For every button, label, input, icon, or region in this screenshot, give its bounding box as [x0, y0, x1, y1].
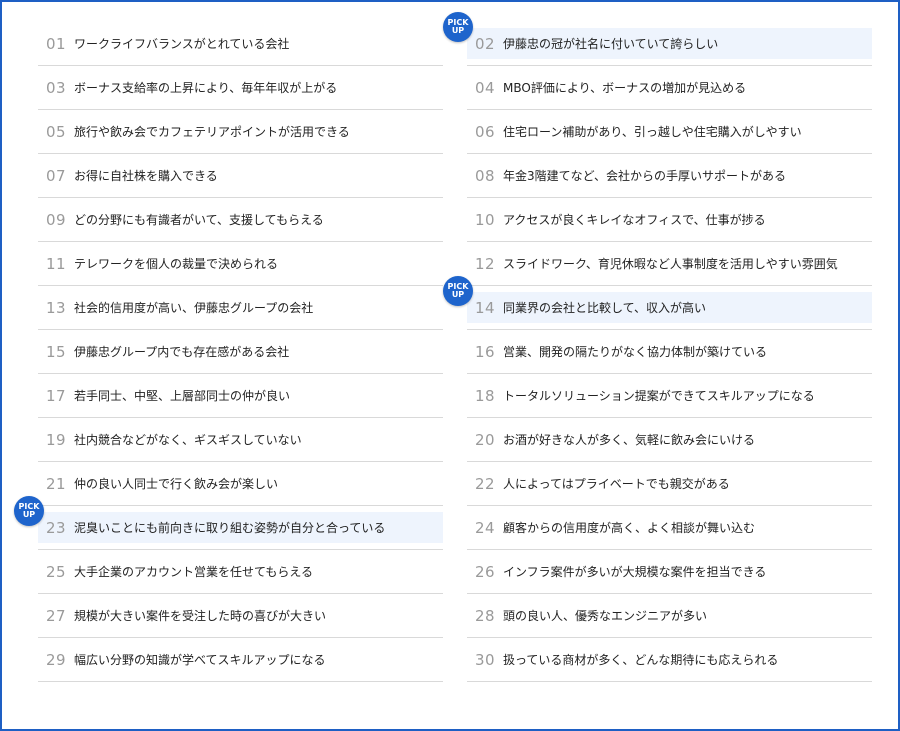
item-text: 営業、開発の隔たりがなく協力体制が築けている: [503, 345, 768, 359]
item-number: 01: [46, 34, 67, 53]
item-text: 泥臭いことにも前向きに取り組む姿勢が自分と合っている: [74, 521, 386, 535]
list-item: PICK UP 02 伊藤忠の冠が社名に付いていて誇らしい: [443, 12, 872, 66]
right-column: PICK UP 02 伊藤忠の冠が社名に付いていて誇らしい 04 MBO評価により、ボーナ…: [443, 12, 872, 682]
list-item: 15 伊藤忠グループ内でも存在感がある会社: [38, 330, 443, 374]
list-item: 22 人によってはプライベートでも親交がある: [467, 462, 872, 506]
list-item: 26 インフラ案件が多いが大規模な案件を担当できる: [467, 550, 872, 594]
item-number: 05: [46, 122, 67, 141]
item-text: 大手企業のアカウント営業を任せてもらえる: [74, 565, 314, 579]
item-number: 26: [475, 562, 496, 581]
item-text: スライドワーク、育児休暇など人事制度を活用しやすい雰囲気: [503, 257, 838, 271]
item-text: テレワークを個人の裁量で決められる: [74, 257, 279, 271]
list-item: 09 どの分野にも有識者がいて、支援してもらえる: [38, 198, 443, 242]
item-number: 17: [46, 386, 67, 405]
list-item: 05 旅行や飲み会でカフェテリアポイントが活用できる: [38, 110, 443, 154]
item-text: 若手同士、中堅、上層部同士の仲が良い: [74, 389, 291, 403]
item-number: 08: [475, 166, 496, 185]
item-number: 19: [46, 430, 67, 449]
list-item: 28 頭の良い人、優秀なエンジニアが多い: [467, 594, 872, 638]
list-item: 20 お酒が好きな人が多く、気軽に飲み会にいける: [467, 418, 872, 462]
item-text: 顧客からの信用度が高く、よく相談が舞い込む: [503, 521, 756, 535]
list-item: 17 若手同士、中堅、上層部同士の仲が良い: [38, 374, 443, 418]
pick-up-badge: PICK UP: [443, 276, 473, 306]
list-item: 12 スライドワーク、育児休暇など人事制度を活用しやすい雰囲気: [467, 242, 872, 286]
item-text: お得に自社株を購入できる: [74, 169, 218, 183]
item-text: お酒が好きな人が多く、気軽に飲み会にいける: [503, 433, 756, 447]
list-item: 27 規模が大きい案件を受注した時の喜びが大きい: [38, 594, 443, 638]
item-text: 年金3階建てなど、会社からの手厚いサポートがある: [503, 169, 787, 183]
item-text: 人によってはプライベートでも親交がある: [503, 477, 730, 491]
item-number: 23: [46, 518, 67, 537]
item-number: 09: [46, 210, 67, 229]
item-text: ボーナス支給率の上昇により、毎年年収が上がる: [74, 81, 338, 95]
list-item: 29 幅広い分野の知識が学べてスキルアップになる: [38, 638, 443, 682]
item-number: 06: [475, 122, 496, 141]
list-item: 24 顧客からの信用度が高く、よく相談が舞い込む: [467, 506, 872, 550]
item-number: 18: [475, 386, 496, 405]
item-text: どの分野にも有識者がいて、支援してもらえる: [74, 213, 324, 227]
item-number: 25: [46, 562, 67, 581]
list-item: 07 お得に自社株を購入できる: [38, 154, 443, 198]
item-number: 07: [46, 166, 67, 185]
list-item: 30 扱っている商材が多く、どんな期待にも応えられる: [467, 638, 872, 682]
item-text: ワークライフバランスがとれている会社: [74, 37, 290, 51]
list-item: 21 仲の良い人同士で行く飲み会が楽しい: [38, 462, 443, 506]
item-text: アクセスが良くキレイなオフィスで、仕事が捗る: [503, 213, 766, 227]
item-number: 16: [475, 342, 496, 361]
list-item: 06 住宅ローン補助があり、引っ越しや住宅購入がしやすい: [467, 110, 872, 154]
list-item: 13 社会的信用度が高い、伊藤忠グループの会社: [38, 286, 443, 330]
item-text: 伊藤忠の冠が社名に付いていて誇らしい: [503, 37, 719, 51]
item-text: 社内競合などがなく、ギスギスしていない: [74, 433, 302, 447]
item-text: 幅広い分野の知識が学べてスキルアップになる: [74, 653, 326, 667]
item-number: 21: [46, 474, 67, 493]
item-text: MBO評価により、ボーナスの増加が見込める: [503, 81, 747, 95]
item-text: 旅行や飲み会でカフェテリアポイントが活用できる: [74, 125, 350, 139]
list-item: 10 アクセスが良くキレイなオフィスで、仕事が捗る: [467, 198, 872, 242]
item-text: 扱っている商材が多く、どんな期待にも応えられる: [503, 653, 779, 667]
list-item: 04 MBO評価により、ボーナスの増加が見込める: [467, 66, 872, 110]
list-item: 08 年金3階建てなど、会社からの手厚いサポートがある: [467, 154, 872, 198]
item-number: 13: [46, 298, 67, 317]
item-number: 22: [475, 474, 496, 493]
list-item: 03 ボーナス支給率の上昇により、毎年年収が上がる: [38, 66, 443, 110]
item-text: 住宅ローン補助があり、引っ越しや住宅購入がしやすい: [503, 125, 802, 139]
item-text: 同業界の会社と比較して、収入が高い: [503, 301, 707, 315]
left-column: 01 ワークライフバランスがとれている会社 03 ボーナス支給率の上昇により、毎年年収…: [14, 22, 443, 682]
list-item: PICK UP 23 泥臭いことにも前向きに取り組む姿勢が自分と合っている: [14, 496, 443, 550]
item-text: トータルソリューション提案ができてスキルアップになる: [503, 389, 815, 403]
list-item: 19 社内競合などがなく、ギスギスしていない: [38, 418, 443, 462]
item-number: 02: [475, 34, 496, 53]
item-text: 伊藤忠グループ内でも存在感がある会社: [74, 345, 290, 359]
pick-up-badge: PICK UP: [443, 12, 473, 42]
pick-up-badge: PICK UP: [14, 496, 44, 526]
item-number: 24: [475, 518, 496, 537]
item-number: 03: [46, 78, 67, 97]
list-frame: 01 ワークライフバランスがとれている会社 03 ボーナス支給率の上昇により、毎年年収…: [0, 0, 900, 731]
list-item: 16 営業、開発の隔たりがなく協力体制が築けている: [467, 330, 872, 374]
item-text: 仲の良い人同士で行く飲み会が楽しい: [74, 477, 279, 491]
item-text: インフラ案件が多いが大規模な案件を担当できる: [503, 565, 767, 579]
item-number: 28: [475, 606, 496, 625]
item-text: 頭の良い人、優秀なエンジニアが多い: [503, 609, 708, 623]
item-number: 14: [475, 298, 496, 317]
item-number: 04: [475, 78, 496, 97]
item-number: 10: [475, 210, 496, 229]
item-number: 20: [475, 430, 496, 449]
item-number: 27: [46, 606, 67, 625]
list-item: 18 トータルソリューション提案ができてスキルアップになる: [467, 374, 872, 418]
item-text: 社会的信用度が高い、伊藤忠グループの会社: [74, 301, 314, 315]
item-number: 30: [475, 650, 496, 669]
list-item: PICK UP 14 同業界の会社と比較して、収入が高い: [443, 276, 872, 330]
item-number: 15: [46, 342, 67, 361]
item-number: 11: [46, 254, 67, 273]
list-item: 11 テレワークを個人の裁量で決められる: [38, 242, 443, 286]
list-item: 25 大手企業のアカウント営業を任せてもらえる: [38, 550, 443, 594]
item-number: 12: [475, 254, 496, 273]
item-number: 29: [46, 650, 67, 669]
item-text: 規模が大きい案件を受注した時の喜びが大きい: [74, 609, 327, 623]
list-item: 01 ワークライフバランスがとれている会社: [38, 22, 443, 66]
